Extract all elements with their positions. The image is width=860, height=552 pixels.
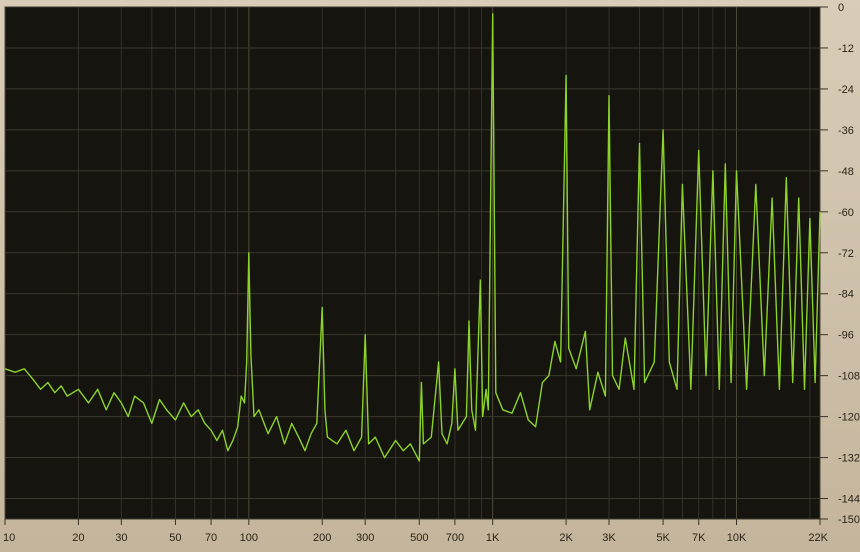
- x-tick-label: 700: [446, 532, 464, 544]
- y-tick-label: -36: [838, 125, 854, 137]
- x-tick-label: 10K: [727, 532, 747, 544]
- x-tick-label: 2K: [559, 532, 573, 544]
- x-tick-label: 300: [356, 532, 374, 544]
- y-tick-label: -60: [838, 207, 854, 219]
- y-tick-label: -120: [838, 412, 860, 424]
- x-tick-label: 100: [240, 532, 258, 544]
- x-tick-label: 5K: [656, 532, 670, 544]
- x-tick-label: 30: [115, 532, 127, 544]
- x-tick-label: 1K: [486, 532, 500, 544]
- x-tick-label: 20: [72, 532, 84, 544]
- y-tick-label: -96: [838, 330, 854, 342]
- analyzer-frame: 10 20 30 50 70 100 200 300 500 700 1K 2K 3K 5K 7K 10K 22…: [0, 0, 860, 552]
- y-tick-label: -24: [838, 84, 854, 96]
- y-tick-label: -132: [838, 453, 860, 465]
- x-tick-label: 3K: [602, 532, 616, 544]
- y-tick-label: -84: [838, 289, 854, 301]
- y-tick-label: -12: [838, 43, 854, 55]
- x-tick-label: 10: [3, 532, 15, 544]
- y-tick-label: -108: [838, 371, 860, 383]
- x-axis: 10 20 30 50 70 100 200 300 500 700 1K 2K 3K 5K 7K 10K 22…: [3, 519, 829, 544]
- x-tick-label: 500: [410, 532, 428, 544]
- x-tick-label: 22K: [808, 532, 828, 544]
- plot-area: [4, 6, 821, 520]
- y-tick-label: -72: [838, 248, 854, 260]
- y-tick-label: 0: [838, 2, 844, 14]
- x-tick-label: 7K: [692, 532, 706, 544]
- y-tick-label: -150: [838, 514, 860, 526]
- y-tick-label: -144: [838, 494, 860, 506]
- x-tick-label: 50: [169, 532, 181, 544]
- spectrum-chart: 10 20 30 50 70 100 200 300 500 700 1K 2K 3K 5K 7K 10K 22…: [3, 2, 860, 544]
- y-axis: 0 -12 -24 -36 -48 -60 -72 -84 -96 -108 -120 -132 -14…: [820, 2, 860, 526]
- y-tick-label: -48: [838, 166, 854, 178]
- x-tick-label: 200: [313, 532, 331, 544]
- x-tick-label: 70: [205, 532, 217, 544]
